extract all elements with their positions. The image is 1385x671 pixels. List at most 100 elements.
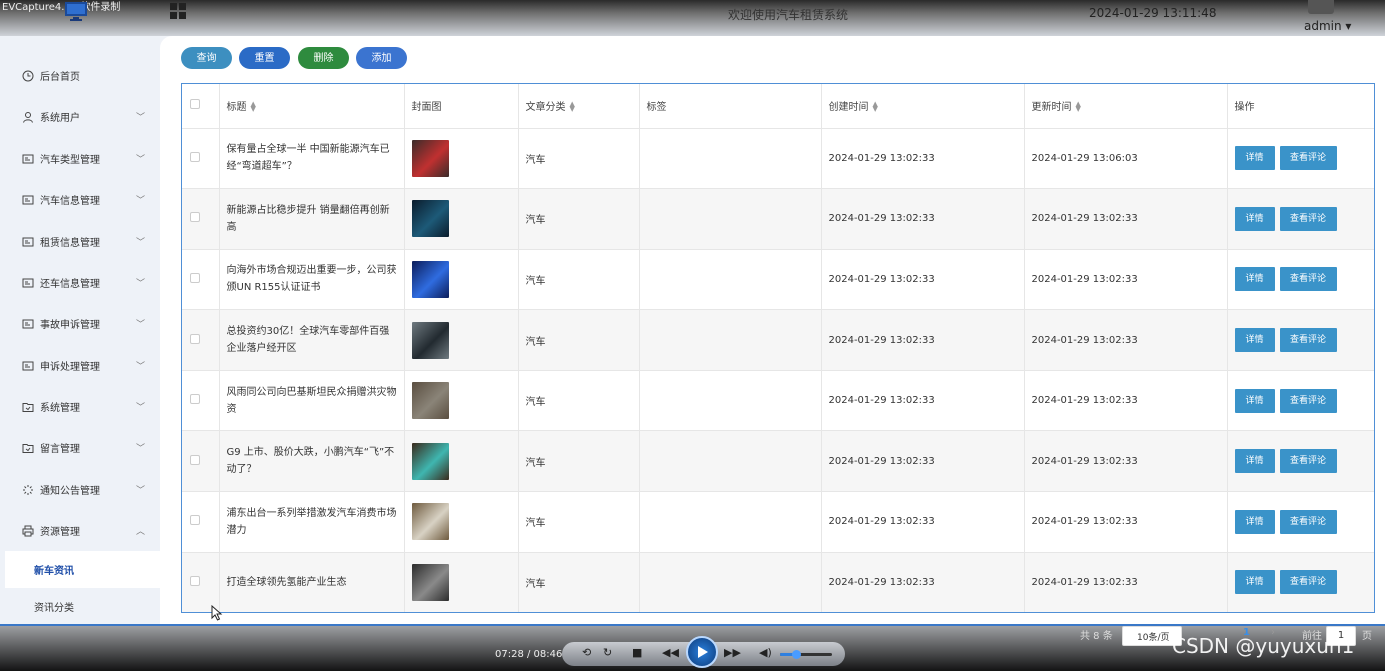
category-cell: 汽车 <box>518 128 640 190</box>
detail-button[interactable]: 详情 <box>1234 449 1275 474</box>
playback-time: 07:28 / 08:46 <box>495 649 563 660</box>
row-select-cell[interactable] <box>182 430 220 493</box>
row-checkbox[interactable] <box>190 212 200 223</box>
forward-icon[interactable]: ▶▶ <box>724 646 741 659</box>
row-checkbox[interactable] <box>190 394 200 405</box>
detail-button[interactable]: 详情 <box>1234 267 1275 292</box>
news-table: 标题 ▲ ▼ 封面图 文章分类 ▲ ▼ 标签 创建时间 ▲ ▼ 更新时间 ▲ ▼ 操作 保有量占… <box>181 83 1375 613</box>
row-select-cell[interactable] <box>182 552 220 612</box>
row-checkbox[interactable] <box>190 272 200 283</box>
sidebar-item[interactable]: 汽车类型管理 ﹀ <box>0 138 160 179</box>
reset-button[interactable]: 重置 <box>239 47 290 69</box>
row-select-cell[interactable] <box>182 370 220 432</box>
sidebar-item[interactable]: 系统管理 ﹀ <box>0 386 160 427</box>
detail-button[interactable]: 详情 <box>1234 206 1275 231</box>
sort-icon[interactable]: ▲ ▼ <box>1076 101 1081 113</box>
view-comments-button[interactable]: 查看评论 <box>1279 449 1337 474</box>
chevron-down-icon: ﹀ <box>136 196 146 206</box>
title-cell: 浦东出台一系列举措激发汽车消费市场潜力 <box>219 491 405 553</box>
row-checkbox[interactable] <box>190 575 200 586</box>
column-created[interactable]: 创建时间 ▲ ▼ <box>821 84 1025 129</box>
sidebar-item[interactable]: 租赁信息管理 ﹀ <box>0 221 160 262</box>
avatar[interactable] <box>1308 0 1334 14</box>
cover-image[interactable] <box>411 563 449 601</box>
sidebar-item[interactable]: 汽车信息管理 ﹀ <box>0 179 160 220</box>
menu-grid-icon[interactable] <box>170 3 186 19</box>
rewind-icon[interactable]: ◀◀ <box>662 646 679 659</box>
column-category-label: 文章分类 <box>525 102 566 114</box>
datetime-display: 2024-01-29 13:11:48 <box>1089 6 1217 20</box>
sidebar-item[interactable]: 后台首页 <box>0 55 160 96</box>
play-button[interactable] <box>686 636 718 668</box>
cover-image[interactable] <box>411 200 449 238</box>
sidebar-subitem[interactable]: 新车资讯 <box>5 551 160 588</box>
sidebar-item-label: 租赁信息管理 <box>40 238 100 249</box>
sidebar-subitem[interactable]: 资讯分类 <box>0 588 160 625</box>
sidebar-item[interactable]: 资源管理 ︿ <box>0 510 160 551</box>
query-button[interactable]: 查询 <box>181 47 232 69</box>
view-comments-button[interactable]: 查看评论 <box>1279 328 1337 353</box>
cover-image[interactable] <box>411 321 449 359</box>
view-comments-button[interactable]: 查看评论 <box>1279 570 1337 595</box>
cover-image[interactable] <box>411 442 449 480</box>
detail-button[interactable]: 详情 <box>1234 328 1275 353</box>
add-button[interactable]: 添加 <box>356 47 407 69</box>
column-title[interactable]: 标题 ▲ ▼ <box>219 84 405 129</box>
actions-cell: 详情 查看评论 <box>1227 128 1374 190</box>
cover-cell <box>404 128 519 190</box>
sidebar-item[interactable]: 通知公告管理 ﹀ <box>0 469 160 510</box>
row-checkbox[interactable] <box>190 454 200 465</box>
cover-image[interactable] <box>411 503 449 541</box>
sort-icon[interactable]: ▲ ▼ <box>570 101 575 113</box>
view-comments-button[interactable]: 查看评论 <box>1279 146 1337 171</box>
user-menu[interactable]: admin ▾ <box>1304 19 1351 33</box>
view-comments-button[interactable]: 查看评论 <box>1279 206 1337 231</box>
table-row: 打造全球领先氢能产业生态 汽车 2024-01-29 13:02:33 2024… <box>182 552 1374 612</box>
view-comments-button[interactable]: 查看评论 <box>1279 388 1337 413</box>
updated-cell: 2024-01-29 13:06:03 <box>1024 128 1228 190</box>
created-cell: 2024-01-29 13:02:33 <box>821 491 1025 553</box>
sidebar-item[interactable]: 系统用户 ﹀ <box>0 96 160 137</box>
updated-cell: 2024-01-29 13:02:33 <box>1024 491 1228 553</box>
sort-icon[interactable]: ▲ ▼ <box>251 101 256 113</box>
sidebar-item[interactable]: 还车信息管理 ﹀ <box>0 262 160 303</box>
pager-total: 共 8 条 <box>1080 631 1113 642</box>
row-select-cell[interactable] <box>182 188 220 250</box>
cover-image[interactable] <box>411 260 449 298</box>
cover-image[interactable] <box>411 139 449 177</box>
detail-button[interactable]: 详情 <box>1234 570 1275 595</box>
updated-cell: 2024-01-29 13:02:33 <box>1024 370 1228 432</box>
delete-button[interactable]: 删除 <box>298 47 349 69</box>
row-checkbox[interactable] <box>190 333 200 344</box>
loop-icon[interactable]: ⟲ <box>582 646 591 659</box>
row-checkbox[interactable] <box>190 515 200 526</box>
detail-button[interactable]: 详情 <box>1234 388 1275 413</box>
sidebar-item[interactable]: 留言管理 ﹀ <box>0 427 160 468</box>
view-comments-button[interactable]: 查看评论 <box>1279 267 1337 292</box>
cover-cell <box>404 552 519 612</box>
column-category[interactable]: 文章分类 ▲ ▼ <box>518 84 640 129</box>
select-all-checkbox[interactable] <box>190 99 200 110</box>
title-cell: 打造全球领先氢能产业生态 <box>219 552 405 612</box>
detail-button[interactable]: 详情 <box>1234 509 1275 534</box>
row-checkbox[interactable] <box>190 151 200 162</box>
view-comments-button[interactable]: 查看评论 <box>1279 509 1337 534</box>
sort-icon[interactable]: ▲ ▼ <box>873 101 878 113</box>
row-select-cell[interactable] <box>182 491 220 553</box>
row-select-cell[interactable] <box>182 128 220 190</box>
volume-icon[interactable]: ◀) <box>759 646 772 659</box>
created-cell: 2024-01-29 13:02:33 <box>821 128 1025 190</box>
volume-knob[interactable] <box>791 650 801 659</box>
row-select-cell[interactable] <box>182 249 220 311</box>
sidebar-item-label: 汽车类型管理 <box>40 155 100 166</box>
sidebar-item[interactable]: 事故申诉管理 ﹀ <box>0 303 160 344</box>
replay-icon[interactable]: ↻ <box>603 646 612 659</box>
select-all-cell[interactable] <box>182 84 220 129</box>
actions-cell: 详情 查看评论 <box>1227 188 1374 250</box>
detail-button[interactable]: 详情 <box>1234 146 1275 171</box>
row-select-cell[interactable] <box>182 309 220 371</box>
cover-image[interactable] <box>411 382 449 420</box>
stop-icon[interactable]: ■ <box>632 646 642 659</box>
column-updated[interactable]: 更新时间 ▲ ▼ <box>1024 84 1228 129</box>
sidebar-item[interactable]: 申诉处理管理 ﹀ <box>0 345 160 386</box>
